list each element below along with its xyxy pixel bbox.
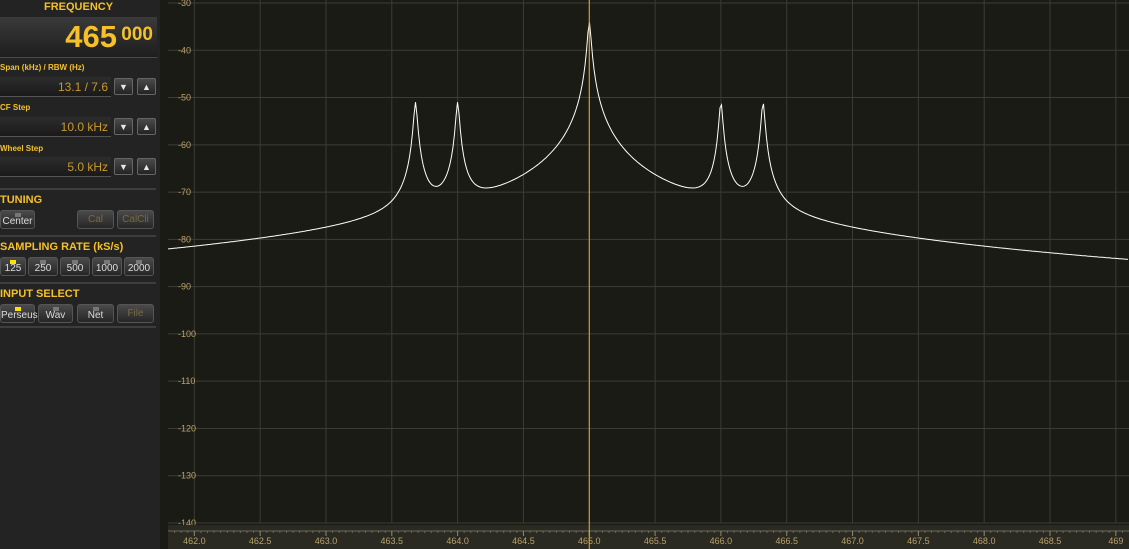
plot-background: [168, 0, 1129, 549]
x-axis: 462.0 462.5 463.0 463.5 464.0 464.5 465.0 465.5…: [168, 525, 1129, 549]
spectrum-plot[interactable]: -30-40-50-60-70-80-90-100-110-120-130-14…: [168, 0, 1129, 549]
x-tick-label: 464.0: [446, 536, 469, 546]
sampling-1000-button[interactable]: 1000: [92, 257, 122, 276]
tuning-center-button[interactable]: Center: [0, 210, 35, 229]
span-label: Span (kHz) / RBW (Hz): [0, 63, 85, 72]
y-tick-label: -30: [178, 0, 191, 8]
span-down-button[interactable]: ▼: [114, 78, 133, 95]
x-tick-label: 466.0: [710, 536, 733, 546]
cf-step-value: 10.0 kHz: [60, 120, 108, 134]
sampling-rate-title: SAMPLING RATE (kS/s): [0, 241, 124, 253]
tuning-cal-label: Cal: [87, 214, 103, 225]
cf-step-label: CF Step: [0, 103, 31, 112]
sampling-250-button[interactable]: 250: [28, 257, 58, 276]
input-net-button[interactable]: Net: [77, 304, 114, 323]
x-tick-label: 469: [1108, 536, 1123, 546]
y-tick-label: -60: [178, 140, 191, 150]
y-tick-label: -100: [178, 329, 196, 339]
x-tick-label: 468.0: [973, 536, 996, 546]
x-tick-label: 466.5: [775, 536, 798, 546]
y-tick-label: -80: [178, 234, 191, 244]
x-tick-label: 463.0: [315, 536, 338, 546]
divider: [0, 188, 156, 190]
sampling-125-label: 125: [4, 263, 22, 274]
y-tick-label: -110: [178, 376, 195, 386]
x-tick-label: 467.5: [907, 536, 930, 546]
input-perseus-label: Perseus: [1, 310, 38, 321]
cf-step-up-button[interactable]: ▲: [137, 118, 156, 135]
input-wav-label: Wav: [45, 310, 66, 321]
x-tick-label: 464.5: [512, 536, 535, 546]
span-value-field[interactable]: 13.1 / 7.6: [0, 77, 111, 97]
input-file-button[interactable]: File: [117, 304, 154, 323]
tuning-center-label: Center: [2, 216, 33, 227]
sampling-500-label: 500: [66, 263, 84, 274]
x-tick-label: 462.5: [249, 536, 272, 546]
sampling-125-button[interactable]: 125: [0, 257, 26, 276]
wheel-step-label: Wheel Step: [0, 144, 44, 153]
sampling-2000-label: 2000: [127, 263, 151, 274]
input-wav-button[interactable]: Wav: [38, 304, 73, 323]
y-tick-label: -120: [178, 423, 196, 433]
wheel-step-field[interactable]: 5.0 kHz: [0, 157, 111, 177]
y-tick-label: -90: [178, 282, 191, 292]
tuning-calcli-label: CalCli: [122, 214, 149, 225]
span-up-button[interactable]: ▲: [137, 78, 156, 95]
divider: [0, 235, 156, 237]
frequency-title: FREQUENCY: [44, 1, 114, 13]
cf-step-down-button[interactable]: ▼: [114, 118, 133, 135]
sampling-1000-label: 1000: [95, 263, 119, 274]
divider: [0, 326, 156, 328]
x-tick-label: 468.5: [1039, 536, 1062, 546]
x-tick-label: 463.5: [381, 536, 404, 546]
control-panel: FREQUENCY 465 000 Span (kHz) / RBW (Hz) …: [0, 0, 160, 549]
divider: [0, 282, 156, 284]
y-tick-label: -40: [178, 45, 191, 55]
span-value: 13.1 / 7.6: [57, 80, 108, 94]
frequency-sub-digits: 000: [121, 24, 153, 45]
y-tick-label: -130: [178, 471, 196, 481]
wheel-step-value: 5.0 kHz: [67, 160, 108, 174]
tuning-title: TUNING: [0, 194, 43, 206]
input-file-label: File: [127, 308, 144, 319]
input-perseus-button[interactable]: Perseus: [0, 304, 38, 323]
x-tick-label: 467.0: [841, 536, 864, 546]
x-tick-label: 465.5: [644, 536, 667, 546]
cf-step-field[interactable]: 10.0 kHz: [0, 117, 111, 137]
frequency-display[interactable]: 465 000: [0, 17, 157, 58]
sampling-2000-button[interactable]: 2000: [124, 257, 154, 276]
tuning-calcli-button[interactable]: CalCli: [117, 210, 154, 229]
tuning-cal-button[interactable]: Cal: [77, 210, 114, 229]
y-tick-label: -70: [178, 187, 191, 197]
wheel-step-down-button[interactable]: ▼: [114, 158, 133, 175]
sampling-500-button[interactable]: 500: [60, 257, 90, 276]
input-select-title: INPUT SELECT: [0, 288, 80, 300]
wheel-step-up-button[interactable]: ▲: [137, 158, 156, 175]
input-net-label: Net: [87, 310, 104, 321]
frequency-main-digits: 465: [65, 19, 117, 54]
x-tick-label: 462.0: [183, 536, 206, 546]
sampling-250-label: 250: [34, 263, 52, 274]
y-tick-label: -50: [178, 93, 191, 103]
